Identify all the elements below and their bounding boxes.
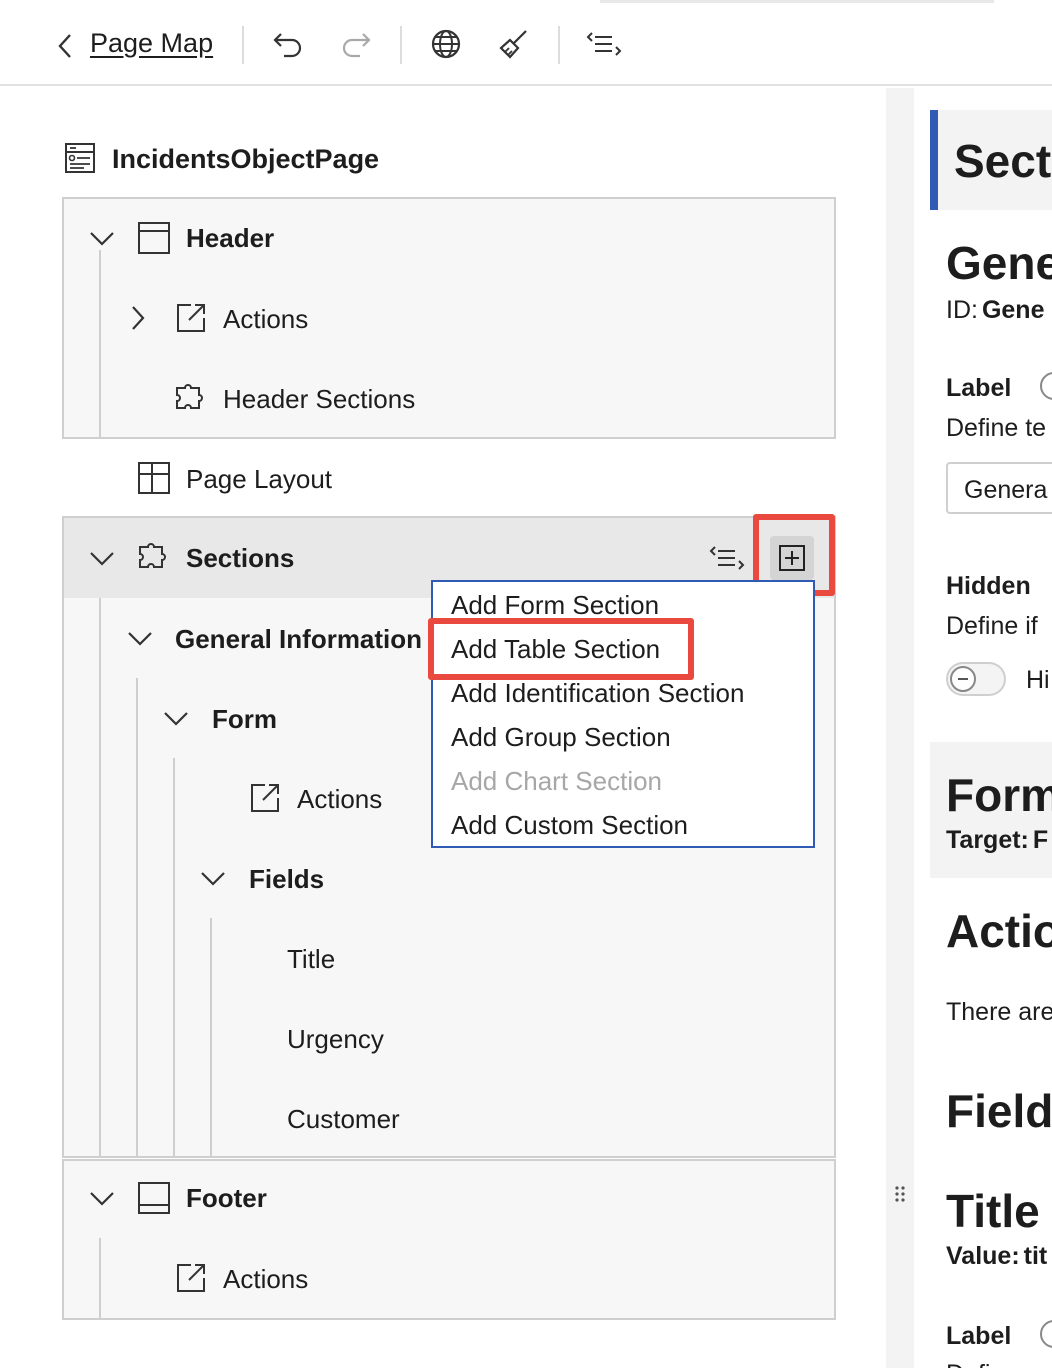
label-heading: Label — [946, 374, 1012, 402]
section-title: Sect — [954, 135, 1052, 187]
tree-guide-line — [210, 918, 212, 1156]
expand-collapse-icon[interactable] — [709, 544, 745, 572]
tree-node-footer[interactable]: Footer — [186, 1183, 267, 1214]
hidden-toggle[interactable] — [946, 662, 1006, 696]
section-accent-bar — [930, 110, 938, 210]
group-title: Gene — [946, 237, 1052, 289]
label-heading-2: Label — [946, 1322, 1012, 1350]
id-value: Gene — [981, 296, 1045, 324]
tree-node-form-actions[interactable]: Actions — [297, 784, 382, 815]
toolbar-separator — [242, 26, 244, 64]
info-icon[interactable] — [1040, 1320, 1052, 1348]
label-input[interactable]: Genera — [946, 462, 1052, 514]
toolbar-separator — [558, 26, 560, 64]
tree-node-header-sections[interactable]: Header Sections — [223, 384, 415, 415]
page-layout-icon — [138, 462, 170, 494]
actions-icon — [249, 782, 281, 814]
chevron-down-icon[interactable] — [88, 1186, 116, 1210]
puzzle-icon — [173, 382, 207, 414]
actions-icon — [175, 302, 207, 334]
table-section-highlight — [428, 618, 694, 680]
value-value: tit — [1023, 1242, 1048, 1270]
tree-node-field-title[interactable]: Title — [287, 944, 335, 975]
footer-icon — [138, 1182, 170, 1214]
tree-node-field-urgency[interactable]: Urgency — [287, 1024, 384, 1055]
footer-panel — [62, 1159, 836, 1320]
redo-icon[interactable] — [338, 28, 372, 60]
chevron-right-icon[interactable] — [128, 304, 148, 332]
id-label: ID: — [946, 296, 978, 324]
page-title: IncidentsObjectPage — [112, 144, 380, 174]
tree-node-form[interactable]: Form — [212, 704, 277, 735]
chevron-down-icon[interactable] — [88, 226, 116, 250]
drag-handle-icon[interactable] — [895, 1186, 905, 1202]
toolbar-separator — [400, 26, 402, 64]
info-icon[interactable] — [1040, 372, 1052, 400]
menu-item-add-group-section[interactable]: Add Group Section — [451, 722, 671, 753]
form-title: Form — [946, 769, 1052, 821]
minus-icon — [958, 678, 968, 680]
back-chevron-icon[interactable] — [56, 32, 76, 60]
hidden-toggle-label: Hi — [1026, 666, 1050, 694]
expand-collapse-icon[interactable] — [586, 30, 622, 58]
actions-icon — [175, 1262, 207, 1294]
object-page-icon — [64, 142, 96, 174]
chevron-down-icon[interactable] — [199, 866, 227, 890]
fields-title: Field — [946, 1085, 1052, 1137]
globe-icon[interactable] — [430, 28, 462, 60]
menu-item-add-form-section[interactable]: Add Form Section — [451, 590, 659, 621]
tree-guide-line — [99, 598, 101, 1156]
target-row: Target: F — [946, 826, 1048, 855]
broom-icon[interactable] — [498, 28, 530, 60]
chevron-down-icon[interactable] — [88, 546, 116, 570]
tree-guide-line — [173, 758, 175, 1156]
tree-node-header[interactable]: Header — [186, 223, 274, 254]
tree-node-fields[interactable]: Fields — [249, 864, 324, 895]
tree-guide-line — [136, 678, 138, 1156]
chevron-down-icon[interactable] — [126, 626, 154, 650]
tree-node-footer-actions[interactable]: Actions — [223, 1264, 308, 1295]
tree-node-page-layout[interactable]: Page Layout — [186, 464, 332, 495]
menu-item-add-custom-section[interactable]: Add Custom Section — [451, 810, 688, 841]
tree-guide-line — [99, 250, 101, 438]
label-description-2: Defi — [946, 1360, 990, 1368]
tree-node-header-actions[interactable]: Actions — [223, 304, 308, 335]
label-description: Define te — [946, 414, 1047, 442]
actions-description: There are — [946, 998, 1052, 1026]
target-value: F — [1032, 826, 1049, 854]
hidden-heading: Hidden — [946, 572, 1031, 600]
tree-node-sections[interactable]: Sections — [186, 543, 294, 574]
tree-guide-line — [99, 1238, 101, 1318]
pane-resize-handle[interactable] — [886, 88, 914, 1368]
header-icon — [138, 222, 170, 254]
label-input-value: Genera — [964, 476, 1048, 504]
actions-title: Actio — [946, 905, 1052, 957]
undo-icon[interactable] — [272, 28, 306, 60]
toolbar: Page Map — [0, 0, 1052, 86]
menu-item-add-chart-section: Add Chart Section — [451, 766, 663, 796]
value-row: Value: tit — [946, 1242, 1047, 1271]
title-field-heading: Title — [946, 1185, 1040, 1237]
tree-node-field-customer[interactable]: Customer — [287, 1104, 400, 1135]
hidden-description: Define if — [946, 612, 1038, 640]
tree-node-general-information[interactable]: General Information — [175, 624, 422, 655]
page-map-link[interactable]: Page Map — [90, 28, 213, 59]
property-panel: Sect Gene ID: Gene Label Define te Genera… — [914, 88, 1052, 1368]
top-tab-line — [600, 0, 994, 3]
target-label: Target: — [946, 826, 1029, 854]
chevron-down-icon[interactable] — [162, 706, 190, 730]
toggle-knob — [950, 666, 976, 692]
puzzle-icon — [136, 541, 170, 573]
value-label: Value: — [946, 1242, 1020, 1270]
menu-item-add-identification-section[interactable]: Add Identification Section — [451, 678, 744, 709]
id-row: ID: Gene — [946, 296, 1044, 325]
